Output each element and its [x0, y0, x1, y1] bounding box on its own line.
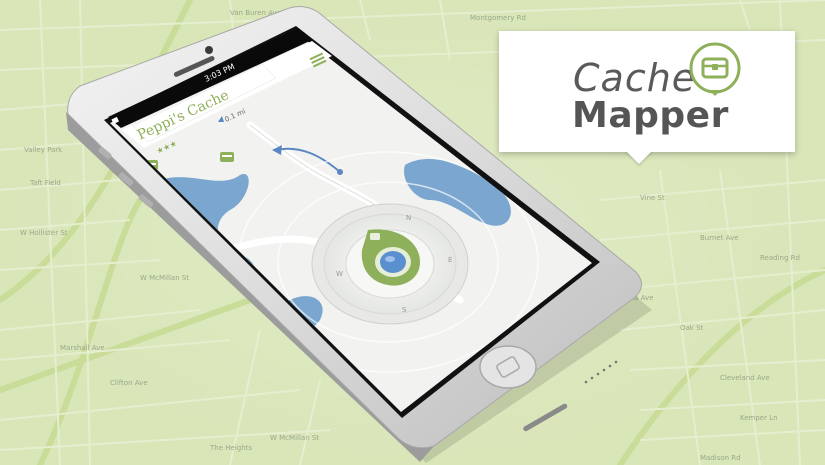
- map-label: Cleveland Ave: [720, 374, 770, 382]
- compass-north: N: [406, 214, 411, 222]
- map-label: Vine St: [640, 194, 665, 202]
- map-label: Burnet Ave: [700, 234, 739, 242]
- map-label: Montgomery Rd: [470, 14, 526, 22]
- map-label: W McMillan St: [270, 434, 319, 442]
- brand-callout-pointer: [625, 150, 653, 164]
- brand-name-line2: Mapper: [572, 95, 729, 136]
- map-label: Marshall Ave: [60, 344, 105, 352]
- camera-lens: [205, 46, 213, 54]
- map-label: Reading Rd: [760, 254, 800, 262]
- map-label: The Heights: [209, 444, 252, 452]
- compass-east: E: [448, 256, 452, 264]
- compass-south: S: [402, 306, 407, 314]
- map-label: Clifton Ave: [110, 379, 148, 387]
- map-label: W McMillan St: [140, 274, 189, 282]
- cache-marker-icon[interactable]: [220, 152, 234, 162]
- brand-name-line1: Cache: [573, 56, 697, 100]
- map-label: Oak St: [680, 324, 704, 332]
- map-label: Taft Field: [29, 179, 61, 187]
- map-label: Madison Rd: [700, 454, 741, 462]
- compass-dial[interactable]: N E S W: [311, 203, 469, 325]
- compass-west: W: [336, 270, 343, 278]
- map-label: W Hollister St: [20, 229, 68, 237]
- map-label: Kemper Ln: [740, 414, 778, 422]
- home-button[interactable]: [479, 345, 537, 389]
- treasure-chest-icon: [689, 42, 741, 96]
- map-label: Valley Park: [24, 146, 63, 154]
